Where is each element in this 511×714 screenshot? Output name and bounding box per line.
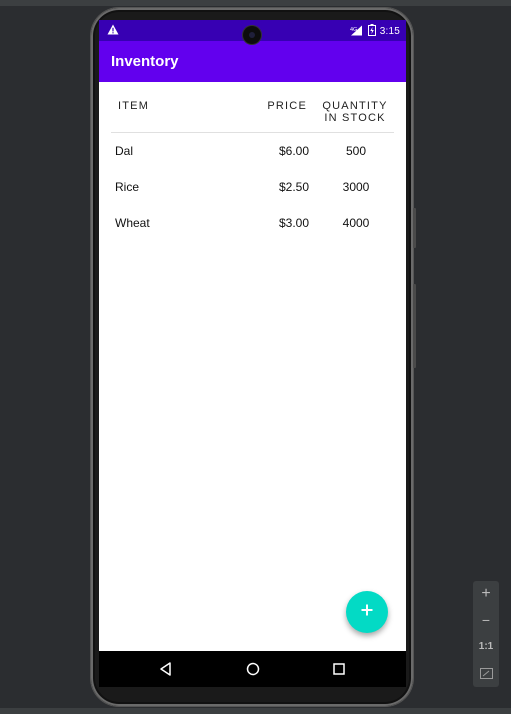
- app-title: Inventory: [111, 53, 179, 70]
- add-item-fab[interactable]: [346, 591, 388, 633]
- item-quantity: 500: [345, 144, 367, 158]
- table-row[interactable]: Rice $2.50 3000: [111, 169, 394, 205]
- inventory-table: ITEM PRICE QUANTITY IN STOCK Dal $6.00 5…: [111, 82, 394, 241]
- emulator-zoom-controls: + − 1:1: [473, 581, 499, 687]
- home-icon[interactable]: [245, 661, 261, 677]
- status-time: 3:15: [379, 26, 400, 37]
- back-icon[interactable]: [158, 661, 174, 677]
- navigation-bar: [99, 651, 406, 687]
- app-bar: Inventory: [99, 41, 406, 82]
- item-quantity: 4000: [342, 216, 370, 230]
- recents-icon[interactable]: [331, 661, 347, 677]
- battery-icon: [367, 24, 376, 39]
- item-price: $3.00: [278, 216, 309, 230]
- add-icon: [361, 603, 373, 621]
- device-screen: 4G 3:15 Inventory ITEM PRICE QUANTITY IN…: [99, 20, 406, 687]
- table-row[interactable]: Dal $6.00 500: [111, 133, 394, 169]
- header-quantity-line2: IN STOCK: [324, 112, 386, 124]
- header-quantity-line1: QUANTITY: [322, 100, 388, 112]
- item-price: $6.00: [278, 144, 309, 158]
- header-price: PRICE: [267, 100, 307, 112]
- power-button: [413, 284, 416, 368]
- item-price: $2.50: [278, 180, 309, 194]
- zoom-out-button[interactable]: −: [473, 612, 499, 628]
- emulator-bottom-bar: [0, 708, 511, 714]
- zoom-in-button[interactable]: +: [473, 585, 499, 603]
- signal-icon: 4G: [350, 25, 364, 39]
- header-item: ITEM: [118, 100, 150, 112]
- header-quantity: QUANTITY IN STOCK: [319, 100, 391, 124]
- network-label: 4G: [350, 27, 357, 33]
- warning-icon: [107, 24, 119, 38]
- front-camera: [243, 26, 261, 44]
- item-name: Wheat: [115, 216, 150, 230]
- emulator-top-bar: [0, 0, 511, 6]
- fit-screen-icon[interactable]: [473, 666, 499, 684]
- item-name: Dal: [115, 144, 134, 158]
- table-row[interactable]: Wheat $3.00 4000: [111, 205, 394, 241]
- table-header: ITEM PRICE QUANTITY IN STOCK: [111, 82, 394, 133]
- item-quantity: 3000: [342, 180, 370, 194]
- status-icons: 4G 3:15: [350, 24, 400, 39]
- item-name: Rice: [115, 180, 140, 194]
- actual-size-button[interactable]: 1:1: [473, 641, 499, 652]
- volume-button: [413, 208, 416, 248]
